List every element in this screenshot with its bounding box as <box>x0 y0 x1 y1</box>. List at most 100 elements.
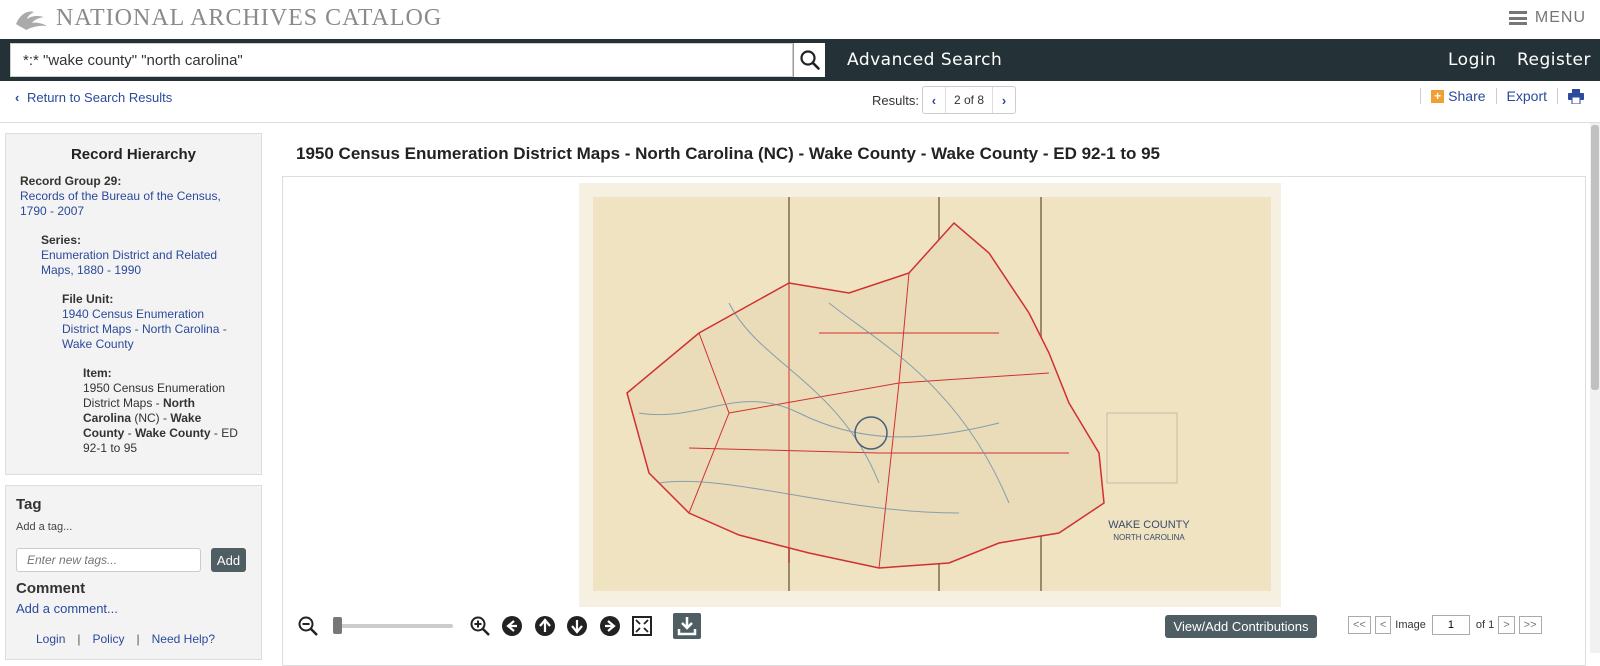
scrollbar-thumb[interactable] <box>1591 125 1599 390</box>
item-line1: 1950 Census Enumeration <box>83 381 226 395</box>
results-pager: Results: ‹ 2 of 8 › <box>872 86 1016 114</box>
fit-screen-icon[interactable] <box>631 615 653 637</box>
hierarchy-title: Record Hierarchy <box>70 146 197 163</box>
site-title: NATIONAL ARCHIVES CATALOG <box>56 5 443 31</box>
file-unit-link-line1[interactable]: 1940 Census Enumeration <box>62 307 227 322</box>
add-comment-link[interactable]: Add a comment... <box>16 601 118 616</box>
record-title: 1950 Census Enumeration District Maps - … <box>296 144 1160 163</box>
next-result-button[interactable]: › <box>993 87 1015 113</box>
footer-policy-link[interactable]: Policy <box>93 632 125 646</box>
return-label: Return to Search Results <box>26 90 173 105</box>
item-text: District Maps - <box>83 396 164 410</box>
divider <box>1495 88 1497 104</box>
file-unit-link-line2[interactable]: District Maps - North Carolina - <box>62 322 227 337</box>
search-icon <box>799 50 820 70</box>
arrow-up-icon[interactable] <box>534 615 556 637</box>
file-unit-level: File Unit: 1940 Census Enumeration Distr… <box>62 292 227 352</box>
search-button[interactable] <box>793 43 825 77</box>
menu-button[interactable]: MENU <box>1508 9 1586 27</box>
menu-label: MENU <box>1534 9 1586 26</box>
chevron-left-icon: ‹ <box>931 92 937 108</box>
footer-help-link[interactable]: Need Help? <box>152 632 215 646</box>
tag-comment-panel: Tag Add a tag... Add Comment Add a comme… <box>5 485 262 660</box>
arrow-left-icon[interactable] <box>501 615 523 637</box>
download-button[interactable] <box>673 613 701 639</box>
census-map-image[interactable]: WAKE COUNTY NORTH CAROLINA <box>579 183 1281 607</box>
image-page-input[interactable] <box>1431 615 1470 635</box>
search-input[interactable] <box>10 43 793 77</box>
login-link[interactable]: Login <box>1448 50 1496 70</box>
item-highlight: Carolina <box>83 411 132 425</box>
share-label: Share <box>1448 88 1486 104</box>
hamburger-icon <box>1508 11 1527 25</box>
series-link-line2[interactable]: Maps, 1880 - 1990 <box>41 263 217 278</box>
prev-result-button[interactable]: ‹ <box>923 87 945 113</box>
divider: | <box>77 632 81 646</box>
arrow-right-icon[interactable] <box>599 615 621 637</box>
record-group-level: Record Group 29: Records of the Bureau o… <box>20 174 221 219</box>
viewer-toolbar: View/Add Contributions << < Image of 1 >… <box>283 607 1585 647</box>
record-group-link-line2[interactable]: 1790 - 2007 <box>20 204 221 219</box>
last-image-button[interactable]: >> <box>1518 616 1542 634</box>
site-logo[interactable]: NATIONAL ARCHIVES CATALOG <box>14 5 442 32</box>
record-subbar: ‹ Return to Search Results Results: ‹ 2 … <box>0 81 1600 123</box>
first-image-button[interactable]: << <box>1348 616 1371 634</box>
arrow-down-icon[interactable] <box>566 615 588 637</box>
footer-links: Login | Policy | Need Help? <box>36 632 215 646</box>
item-line5: 92-1 to 95 <box>83 441 138 455</box>
map-subtitle: NORTH CAROLINA <box>1113 533 1185 542</box>
item-label: Item: <box>83 366 112 380</box>
series-level: Series: Enumeration District and Related… <box>41 233 217 278</box>
share-button[interactable]: + Share <box>1431 88 1486 104</box>
return-to-results-link[interactable]: ‹ Return to Search Results <box>15 90 172 105</box>
item-highlight: Wake County <box>135 426 211 440</box>
zoom-out-icon[interactable] <box>297 615 319 637</box>
tag-prompt: Add a tag... <box>16 521 73 533</box>
register-link[interactable]: Register <box>1517 50 1591 70</box>
series-link-line1[interactable]: Enumeration District and Related <box>41 248 217 263</box>
plus-icon: + <box>1431 89 1445 103</box>
zoom-in-icon[interactable] <box>469 615 491 637</box>
map-title: WAKE COUNTY <box>1108 519 1190 531</box>
item-line4: County - Wake County - ED <box>83 426 238 441</box>
prev-image-button[interactable]: < <box>1374 616 1392 634</box>
image-viewer: WAKE COUNTY NORTH CAROLINA View/Add Cont… <box>282 176 1586 666</box>
record-group-link-line1[interactable]: Records of the Bureau of the Census, <box>20 189 221 204</box>
item-line2: District Maps - North <box>83 396 238 411</box>
results-nav: ‹ 2 of 8 › <box>921 86 1016 114</box>
series-label: Series: <box>41 233 82 247</box>
file-unit-link-line3[interactable]: Wake County <box>62 337 227 352</box>
main-navbar: Advanced Search Login Register <box>0 39 1600 81</box>
item-highlight: County <box>83 426 125 440</box>
record-group-label: Record Group 29: <box>20 174 122 188</box>
export-button[interactable]: Export <box>1507 88 1547 104</box>
results-label: Results: <box>872 92 919 108</box>
footer-login-link[interactable]: Login <box>36 632 65 646</box>
print-icon[interactable] <box>1568 88 1584 104</box>
add-tag-button[interactable]: Add <box>211 548 246 572</box>
zoom-slider-track[interactable] <box>333 624 453 628</box>
next-image-button[interactable]: > <box>1498 616 1515 634</box>
tag-heading: Tag <box>16 496 42 513</box>
comment-heading: Comment <box>16 580 86 597</box>
download-icon <box>677 617 697 636</box>
page-scrollbar[interactable] <box>1590 123 1600 653</box>
divider <box>1420 88 1422 104</box>
advanced-search-link[interactable]: Advanced Search <box>847 50 1002 70</box>
item-text: - ED <box>210 426 238 440</box>
item-highlight: North <box>163 396 196 410</box>
divider <box>1557 88 1558 104</box>
image-label: Image <box>1395 619 1426 631</box>
eagle-logo-icon <box>16 11 47 30</box>
item-text: (NC) - <box>131 411 171 425</box>
zoom-slider-handle[interactable] <box>333 617 342 634</box>
image-pager: << < Image of 1 > >> <box>1348 615 1546 635</box>
item-highlight: Wake <box>170 411 202 425</box>
tag-input[interactable] <box>16 548 201 572</box>
image-of-label: of 1 <box>1475 619 1495 631</box>
view-add-contributions-button[interactable]: View/Add Contributions <box>1165 615 1317 638</box>
chevron-left-icon: ‹ <box>15 90 20 105</box>
file-unit-label: File Unit: <box>62 292 114 306</box>
item-line3: Carolina (NC) - Wake <box>83 411 238 426</box>
record-hierarchy-panel: Record Hierarchy Record Group 29: Record… <box>5 133 262 475</box>
